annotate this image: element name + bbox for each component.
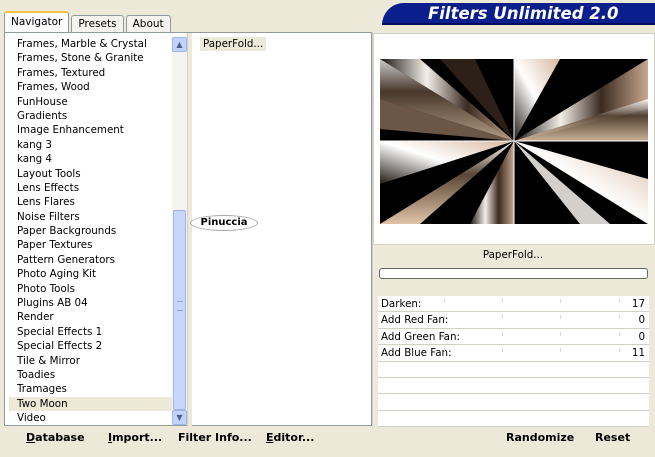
filter-category-item[interactable]: Plugins AB 04: [9, 296, 173, 310]
slider-track[interactable]: [444, 312, 620, 327]
filter-category-item[interactable]: Image Enhancement: [9, 123, 173, 137]
filter-category-item[interactable]: Special Effects 1: [9, 325, 173, 339]
preview-filter-name: PaperFold...: [482, 249, 544, 261]
chevron-up-icon: ▲: [176, 40, 183, 49]
slider-track[interactable]: [444, 329, 620, 344]
control-add-red-fan[interactable]: Add Red Fan: 0: [378, 312, 649, 329]
filter-category-item[interactable]: Paper Backgrounds: [9, 224, 173, 238]
reset-button[interactable]: Reset: [595, 430, 630, 446]
filter-category-item[interactable]: Lens Flares: [9, 195, 173, 209]
filter-category-item[interactable]: Lens Effects: [9, 181, 173, 195]
control-empty: [378, 361, 649, 378]
import-button[interactable]: Import...: [108, 430, 162, 446]
control-empty: [378, 377, 649, 395]
filter-category-item[interactable]: Frames, Wood: [9, 80, 173, 94]
filter-list-scrollbar[interactable]: ▲ ▼: [172, 37, 187, 425]
filter-preview-image: [380, 59, 648, 224]
scroll-thumb[interactable]: [173, 210, 186, 410]
control-value: 11: [631, 347, 645, 360]
filter-category-item[interactable]: Frames, Stone & Granite: [9, 51, 173, 65]
app-title-banner: Filters Unlimited 2.0: [382, 3, 655, 25]
control-empty: [378, 410, 649, 428]
filter-category-item[interactable]: Two Moon: [9, 396, 173, 412]
filter-category-item[interactable]: Layout Tools: [9, 167, 173, 181]
control-label: Add Blue Fan:: [381, 347, 452, 360]
filter-category-item[interactable]: Tile & Mirror: [9, 354, 173, 368]
grip-icon: [177, 301, 183, 311]
filter-category-item[interactable]: FunHouse: [9, 95, 173, 109]
filter-category-item[interactable]: Special Effects 2: [9, 339, 173, 353]
filter-category-list[interactable]: Frames, Marble & Crystal Frames, Stone & …: [9, 37, 173, 425]
tab-about[interactable]: About: [125, 15, 171, 32]
filter-category-item[interactable]: Gradients: [9, 109, 173, 123]
scroll-down-button[interactable]: ▼: [172, 410, 187, 425]
control-empty: [378, 394, 649, 411]
scroll-up-button[interactable]: ▲: [172, 37, 187, 52]
filter-category-item[interactable]: kang 3: [9, 138, 173, 152]
watermark-signature: Pinuccia: [190, 215, 258, 231]
filter-controls: Darken: 17 Add Red Fan: 0 Add Green Fan:…: [378, 296, 649, 428]
tab-strip: Navigator Presets About: [4, 11, 173, 32]
control-darken[interactable]: Darken: 17: [378, 296, 649, 313]
control-add-blue-fan[interactable]: Add Blue Fan: 11: [378, 345, 649, 362]
slider-track[interactable]: [444, 296, 620, 311]
filter-category-item[interactable]: Photo Aging Kit: [9, 267, 173, 281]
filter-category-item[interactable]: Pattern Generators: [9, 253, 173, 267]
tab-navigator[interactable]: Navigator: [4, 11, 70, 32]
plugin-item-paperfold[interactable]: PaperFold...: [200, 37, 267, 51]
progress-bar: [379, 268, 648, 279]
chevron-down-icon: ▼: [176, 413, 183, 422]
filter-category-item[interactable]: Toadies: [9, 368, 173, 382]
editor-button[interactable]: Editor...: [266, 430, 314, 446]
control-label: Add Red Fan:: [381, 314, 449, 327]
filter-category-item[interactable]: Frames, Marble & Crystal: [9, 37, 173, 51]
bottom-button-bar: Database Import... Filter Info... Editor…: [0, 426, 655, 457]
tab-presets[interactable]: Presets: [71, 15, 124, 32]
filter-category-item[interactable]: Render: [9, 310, 173, 324]
filter-category-item[interactable]: kang 4: [9, 152, 173, 166]
filter-category-item[interactable]: Video: [9, 411, 173, 425]
control-value: 0: [638, 330, 645, 343]
filter-category-item[interactable]: Photo Tools: [9, 282, 173, 296]
randomize-button[interactable]: Randomize: [506, 430, 574, 446]
filter-category-item[interactable]: Noise Filters: [9, 210, 173, 224]
control-add-green-fan[interactable]: Add Green Fan: 0: [378, 328, 649, 346]
control-label: Darken:: [381, 298, 422, 310]
filter-category-item[interactable]: Paper Textures: [9, 238, 173, 252]
filter-category-item[interactable]: Frames, Textured: [9, 66, 173, 80]
slider-track[interactable]: [444, 345, 620, 360]
panel-divider[interactable]: [187, 33, 192, 426]
database-button[interactable]: Database: [26, 430, 85, 446]
control-value: 0: [638, 314, 645, 327]
filter-info-button[interactable]: Filter Info...: [178, 430, 252, 446]
preview-graphic: [380, 59, 648, 224]
control-value: 17: [631, 298, 645, 310]
filter-category-item[interactable]: Tramages: [9, 382, 173, 396]
